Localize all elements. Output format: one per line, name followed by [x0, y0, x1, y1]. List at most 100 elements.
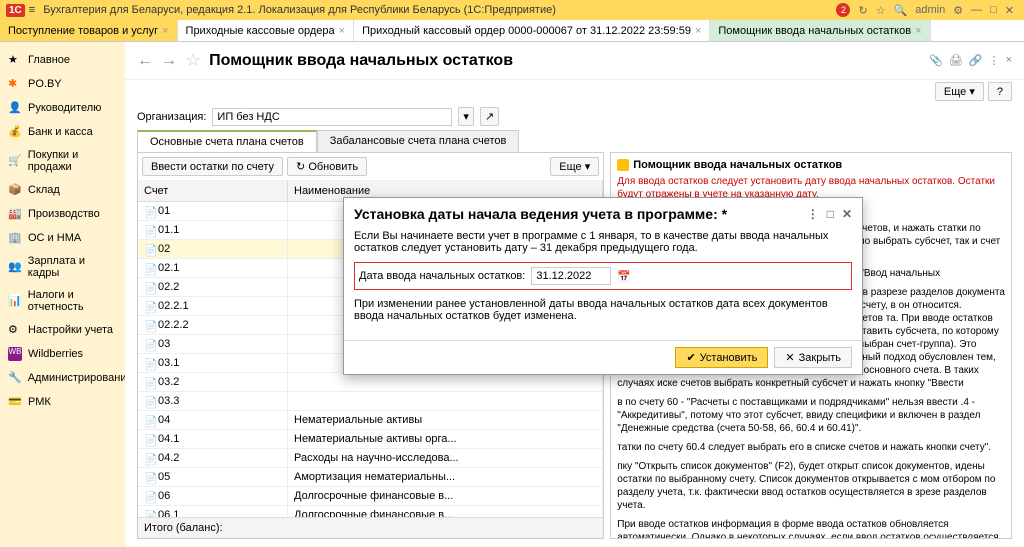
table-row[interactable]: 📄04.1Нематериальные активы орга... [138, 430, 603, 449]
account-cell: 📄04.2 [138, 449, 288, 467]
info-text: в по счету 60 - "Расчеты с поставщиками … [617, 396, 1005, 435]
nav-back-icon[interactable]: ← [137, 52, 153, 70]
minimize-icon[interactable]: — [971, 4, 982, 16]
box-icon: 📦 [8, 183, 22, 197]
account-cell: 📄03.3 [138, 392, 288, 410]
document-icon: 📄 [144, 320, 154, 330]
organization-input[interactable] [212, 108, 452, 126]
page-title: Помощник ввода начальных остатков [209, 52, 513, 70]
close-icon[interactable]: × [339, 25, 345, 37]
sidebar-item-production[interactable]: 🏭Производство [0, 202, 125, 226]
date-input[interactable] [531, 267, 611, 285]
name-cell: Амортизация нематериальны... [288, 468, 603, 486]
logo-1c-icon: 1C [6, 4, 25, 17]
nav-forward-icon[interactable]: → [161, 52, 177, 70]
print-icon[interactable]: 🖨 [949, 54, 963, 67]
building-icon: 🏢 [8, 231, 22, 245]
tab-receipt[interactable]: Поступление товаров и услуг× [0, 20, 178, 41]
wrench-icon: 🔧 [8, 371, 22, 385]
document-icon: 📄 [144, 453, 154, 463]
sidebar-item-rmk[interactable]: 💳РМК [0, 390, 125, 414]
table-row[interactable]: 📄06Долгосрочные финансовые в... [138, 487, 603, 506]
tab-cash-orders[interactable]: Приходные кассовые ордера× [178, 20, 355, 41]
table-row[interactable]: 📄06.1Долгосрочные финансовые в... [138, 506, 603, 517]
account-cell: 📄03.1 [138, 354, 288, 372]
table-row[interactable]: 📄03.3 [138, 392, 603, 411]
sidebar-item-settings[interactable]: ⚙Настройки учета [0, 318, 125, 342]
account-cell: 📄02.2 [138, 278, 288, 296]
burger-icon[interactable]: ≡ [29, 4, 35, 16]
name-cell [288, 392, 603, 410]
rmk-icon: 💳 [8, 395, 22, 409]
sidebar-item-sales[interactable]: 🛒Покупки и продажи [0, 144, 125, 178]
sidebar-item-assets[interactable]: 🏢ОС и НМА [0, 226, 125, 250]
close-icon: ✕ [785, 351, 794, 364]
app-title: Бухгалтерия для Беларуси, редакция 2.1. … [43, 4, 556, 16]
wb-icon: WB [8, 347, 22, 361]
sidebar-item-hr[interactable]: 👥Зарплата и кадры [0, 250, 125, 284]
document-icon: 📄 [144, 225, 154, 235]
favorite-icon[interactable]: ☆ [876, 4, 886, 17]
close-icon[interactable]: × [695, 25, 701, 37]
name-cell [288, 373, 603, 391]
settings-icon[interactable]: ⚙ [953, 4, 963, 17]
sidebar-item-wildberries[interactable]: WBWildberries [0, 342, 125, 366]
info-text: пку "Открыть список документов" (F2), бу… [617, 460, 1005, 512]
user-label[interactable]: admin [915, 4, 945, 16]
close-page-icon[interactable]: × [1006, 54, 1012, 67]
close-icon[interactable]: × [915, 25, 921, 37]
sidebar-item-tax[interactable]: 📊Налоги и отчетность [0, 284, 125, 318]
close-window-icon[interactable]: ✕ [1005, 4, 1014, 17]
document-icon: 📄 [144, 206, 154, 216]
sidebar-item-poby[interactable]: ✱PO.BY [0, 72, 125, 96]
sidebar-item-warehouse[interactable]: 📦Склад [0, 178, 125, 202]
table-row[interactable]: 📄03.2 [138, 373, 603, 392]
calendar-icon[interactable]: 📅 [617, 270, 631, 283]
document-icon: 📄 [144, 415, 154, 425]
sidebar-item-bank[interactable]: 💰Банк и касса [0, 120, 125, 144]
document-icon: 📄 [144, 510, 154, 517]
modal-header: Установка даты начала ведения учета в пр… [344, 198, 862, 230]
account-cell: 📄02.2.2 [138, 316, 288, 334]
close-icon[interactable]: × [162, 25, 168, 37]
apply-button[interactable]: ✔Установить [675, 347, 768, 368]
enter-balance-button[interactable]: Ввести остатки по счету [142, 157, 283, 176]
bookmark-icon[interactable]: ☆ [185, 50, 201, 71]
document-icon: 📄 [144, 377, 154, 387]
account-cell: 📄02.1 [138, 259, 288, 277]
link-icon[interactable]: 🔗 [969, 54, 983, 67]
subtab-main-accounts[interactable]: Основные счета плана счетов [137, 130, 317, 152]
modal-info-1: Если Вы начинаете вести учет в программе… [354, 230, 852, 254]
org-open-button[interactable]: ↗ [480, 107, 499, 126]
notification-icon[interactable]: 2 [836, 3, 850, 17]
search-icon[interactable]: 🔍 [894, 4, 908, 17]
sidebar-item-main[interactable]: ★Главное [0, 48, 125, 72]
refresh-button[interactable]: ↻ Обновить [287, 157, 367, 176]
tab-cash-order-doc[interactable]: Приходный кассовый ордер 0000-000067 от … [354, 20, 710, 41]
modal-menu-icon[interactable]: ⋮ [807, 207, 819, 221]
table-row[interactable]: 📄04.2Расходы на научно-исследова... [138, 449, 603, 468]
maximize-icon[interactable]: □ [990, 4, 997, 16]
titlebar: 1C ≡ Бухгалтерия для Беларуси, редакция … [0, 0, 1024, 20]
subtab-offbalance[interactable]: Забалансовые счета плана счетов [317, 130, 520, 152]
table-row[interactable]: 📄04Нематериальные активы [138, 411, 603, 430]
modal-close-icon[interactable]: ✕ [842, 207, 852, 221]
org-dropdown-button[interactable]: ▾ [458, 107, 474, 126]
tab-balance-helper[interactable]: Помощник ввода начальных остатков× [710, 20, 930, 41]
warning-icon [617, 159, 629, 171]
sidebar-item-manager[interactable]: 👤Руководителю [0, 96, 125, 120]
attach-icon[interactable]: 📎 [929, 54, 943, 67]
close-button[interactable]: ✕Закрыть [774, 347, 852, 368]
account-cell: 📄02 [138, 240, 288, 258]
history-icon[interactable]: ↻ [858, 4, 867, 17]
help-button[interactable]: ? [988, 82, 1012, 101]
more-button[interactable]: Еще ▾ [935, 82, 984, 101]
col-header-account[interactable]: Счет [138, 181, 288, 201]
table-row[interactable]: 📄05Амортизация нематериальны... [138, 468, 603, 487]
more-icon[interactable]: ⋮ [989, 54, 1000, 67]
document-icon: 📄 [144, 339, 154, 349]
modal-maximize-icon[interactable]: □ [827, 207, 834, 221]
account-cell: 📄06.1 [138, 506, 288, 517]
panel-more-button[interactable]: Еще ▾ [550, 157, 599, 176]
sidebar-item-admin[interactable]: 🔧Администрирование [0, 366, 125, 390]
